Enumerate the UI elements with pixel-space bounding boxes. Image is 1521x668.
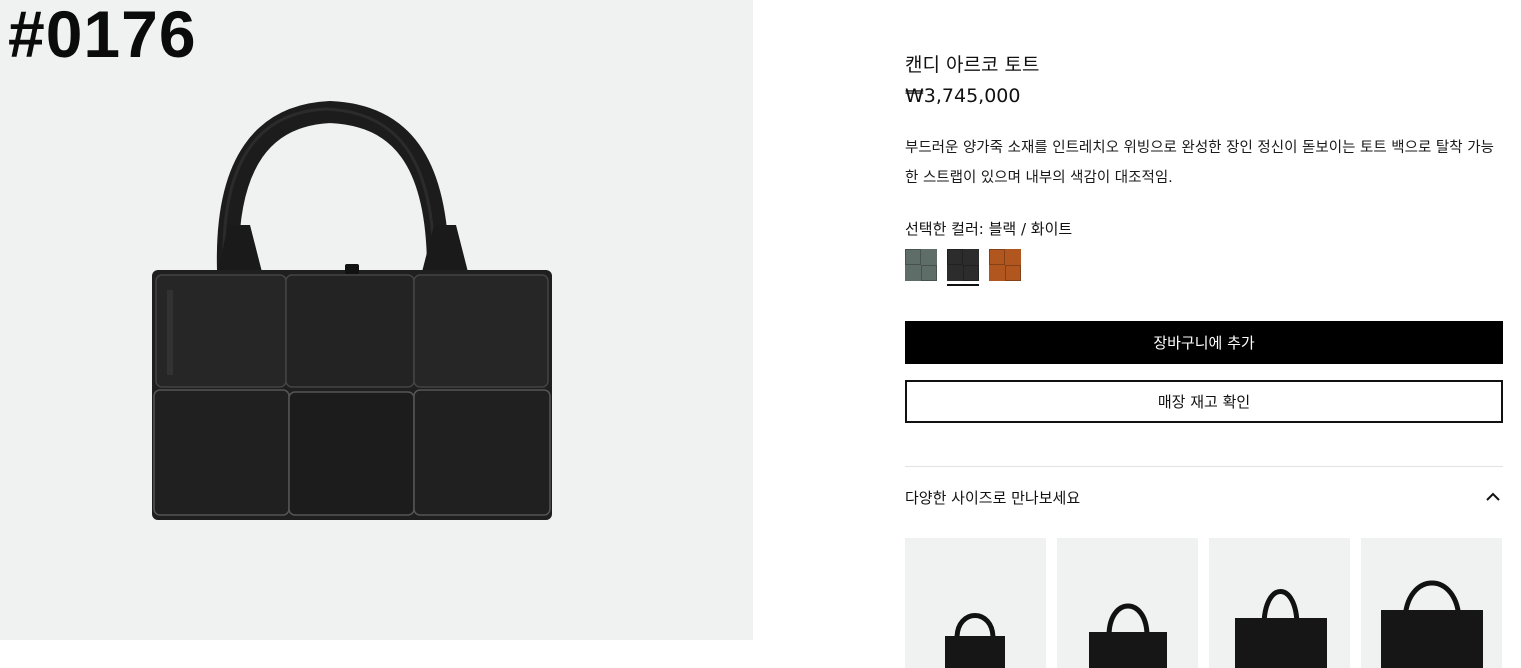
chevron-up-icon[interactable] — [1483, 487, 1503, 507]
id-label: #0176 — [8, 0, 197, 71]
product-image — [152, 100, 552, 520]
product-description: 부드러운 양가죽 소재를 인트레치오 위빙으로 완성한 장인 정신이 돋보이는 … — [905, 140, 1494, 186]
swatch-brown[interactable] — [989, 249, 1021, 281]
color-swatches — [905, 249, 1021, 286]
size-thumbnail-4[interactable] — [1361, 538, 1502, 668]
swatch-grey-green[interactable] — [905, 249, 937, 281]
selected-color-label: 선택한 컬러: 블랙 / 화이트 — [905, 220, 1073, 238]
product-details: 캔디 아르코 토트 ₩3,745,000 부드러운 양가죽 소재를 인트레치오 … — [753, 0, 1521, 668]
product-title: 캔디 아르코 토트 — [905, 54, 1040, 76]
size-thumbnails — [905, 538, 1502, 668]
divider — [905, 466, 1503, 467]
size-thumbnail-2[interactable] — [1057, 538, 1198, 668]
sizes-heading: 다양한 사이즈로 만나보세요 — [905, 488, 1081, 507]
add-to-cart-button[interactable]: 장바구니에 추가 — [905, 321, 1503, 364]
product-price: ₩3,745,000 — [905, 85, 1021, 107]
swatch-black[interactable] — [947, 249, 979, 286]
sizes-accordion-header[interactable]: 다양한 사이즈로 만나보세요 — [905, 482, 1503, 512]
product-image-area: #0176 — [0, 0, 753, 640]
size-thumbnail-3[interactable] — [1209, 538, 1350, 668]
size-thumbnail-1[interactable] — [905, 538, 1046, 668]
check-store-stock-button[interactable]: 매장 재고 확인 — [905, 380, 1503, 423]
